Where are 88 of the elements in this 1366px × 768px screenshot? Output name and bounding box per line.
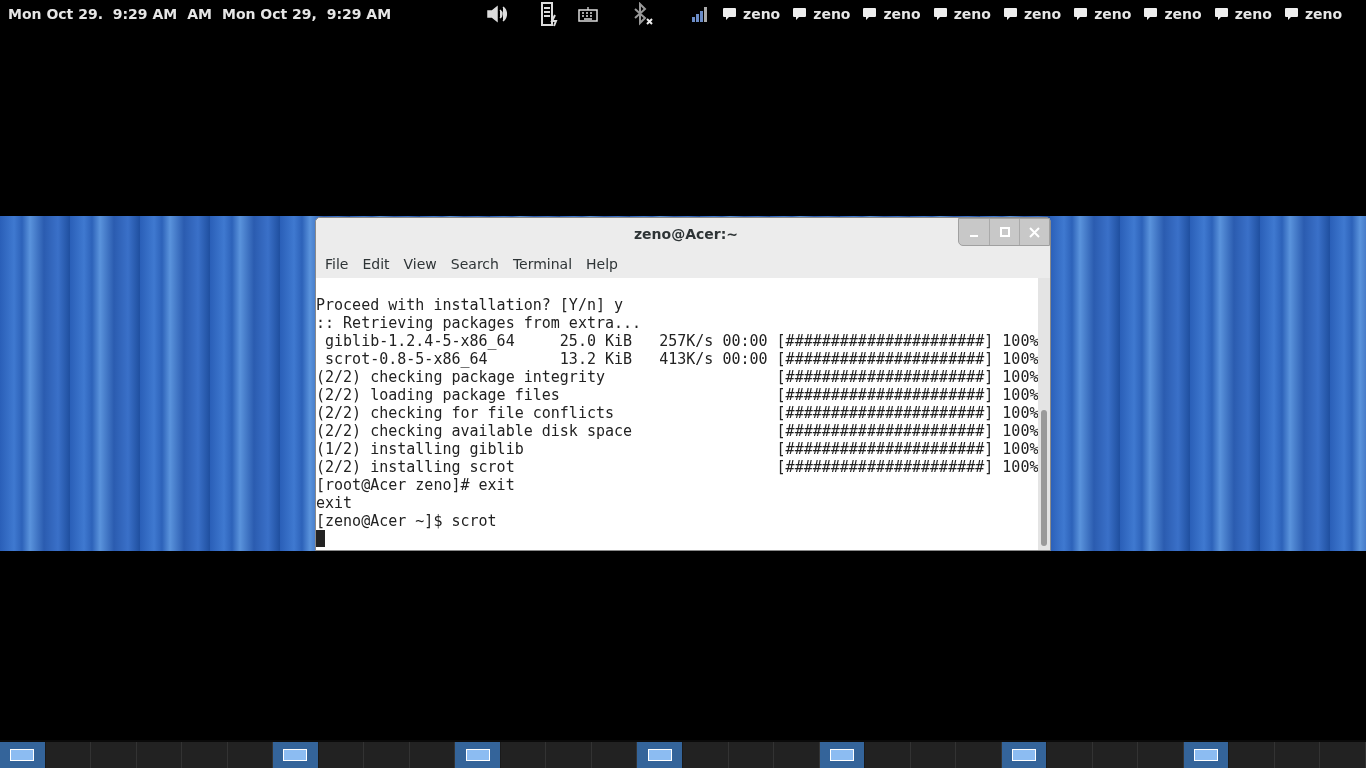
window-thumbnail — [283, 749, 308, 761]
workspace-cell[interactable] — [318, 742, 365, 768]
terminal-line: (2/2) loading package files [######################] 100% — [316, 386, 1039, 404]
workspace-cell[interactable] — [1047, 742, 1093, 768]
terminal-line: [root@Acer zeno]# exit — [316, 476, 515, 494]
battery-icon[interactable] — [540, 1, 560, 27]
window-thumbnail — [465, 749, 490, 761]
minimize-icon — [970, 235, 978, 237]
chat-contact[interactable]: zeno — [1213, 3, 1272, 25]
terminal-line: exit — [316, 494, 353, 512]
chat-contact[interactable]: zeno — [722, 3, 781, 25]
speech-bubble-icon — [932, 7, 948, 21]
speech-bubble-icon — [1073, 7, 1089, 21]
workspace-cell[interactable] — [956, 742, 1002, 768]
workspace-cell[interactable] — [865, 742, 911, 768]
clock-text[interactable]: Mon Oct 29, 9:29 AM — [221, 3, 392, 25]
window-thumbnail — [829, 749, 854, 761]
workspace-cell[interactable] — [637, 742, 683, 768]
terminal-line: :: Retrieving packages from extra... — [316, 314, 642, 332]
menu-item[interactable]: Terminal — [505, 254, 580, 275]
workspace-cell[interactable] — [273, 742, 319, 768]
volume-icon[interactable] — [486, 4, 510, 24]
workspace-cell[interactable] — [774, 742, 820, 768]
text-cursor — [316, 530, 325, 547]
speech-bubble-icon — [1143, 7, 1159, 21]
menu-item[interactable]: Search — [443, 254, 506, 275]
menu-item[interactable]: File — [318, 254, 356, 275]
workspace-cell[interactable] — [1229, 742, 1275, 768]
keyboard-icon[interactable] — [578, 6, 598, 22]
workspace-cell[interactable] — [682, 742, 729, 768]
speech-bubble-icon — [1213, 7, 1229, 21]
terminal-line: (2/2) checking package integrity [######################] 100% — [316, 368, 1039, 386]
window-thumbnail — [10, 749, 35, 761]
chat-contact[interactable]: zeno — [932, 3, 991, 25]
menu-item[interactable]: Help — [579, 254, 625, 275]
workspace-cell[interactable] — [91, 742, 137, 768]
workspace-cell[interactable] — [591, 742, 638, 768]
speech-bubble-icon — [722, 7, 737, 21]
speech-bubble-icon — [1283, 7, 1299, 21]
workspace-cell[interactable] — [546, 742, 592, 768]
menu-item[interactable]: Edit — [355, 254, 397, 275]
workspace-cell[interactable] — [728, 742, 775, 768]
workspace-cell[interactable] — [819, 742, 866, 768]
speech-bubble-icon — [1002, 7, 1018, 21]
scrollbar[interactable] — [1038, 278, 1050, 550]
workspace-cell[interactable] — [1001, 742, 1048, 768]
chat-contact[interactable]: zeno — [1143, 3, 1202, 25]
workspace-cell[interactable] — [455, 742, 501, 768]
close-icon — [1029, 226, 1040, 238]
terminal-line: (2/2) checking for file conflicts [######################] 100% — [316, 404, 1039, 422]
workspace-cell[interactable] — [364, 742, 410, 768]
workspace-cell[interactable] — [1183, 742, 1230, 768]
terminal-line: Proceed with installation? [Y/n] y — [316, 296, 624, 314]
workspace-cell[interactable] — [1320, 742, 1366, 768]
terminal-line: (2/2) installing scrot [######################] 100% — [316, 458, 1039, 476]
chat-contact[interactable]: zeno — [1283, 3, 1343, 25]
workspace-cell[interactable] — [910, 742, 957, 768]
window-title: zeno@Acer:~ — [632, 225, 739, 244]
terminal-line: (2/2) checking available disk space [######################] 100% — [316, 422, 1039, 440]
chat-contact[interactable]: zeno — [862, 3, 921, 25]
workspace-cell[interactable] — [45, 742, 92, 768]
speech-bubble-icon — [862, 7, 878, 21]
terminal-line: (1/2) installing giblib [######################] 100% — [316, 440, 1039, 458]
signal-icon[interactable] — [692, 6, 708, 22]
workspace-cell[interactable] — [1138, 742, 1184, 768]
workspace-cell[interactable] — [182, 742, 228, 768]
speech-bubble-icon — [792, 7, 808, 21]
menu-item[interactable]: View — [396, 254, 444, 275]
terminal-line: giblib-1.2.4-5-x86_64 25.0 KiB 257K/s 00:00 [######################] 100% — [324, 332, 1039, 350]
workspace-cell[interactable] — [500, 742, 547, 768]
chat-contact[interactable]: zeno — [1002, 3, 1062, 25]
maximize-icon — [999, 227, 1010, 237]
workspace-cell[interactable] — [0, 742, 46, 768]
workspace-cell[interactable] — [409, 742, 456, 768]
workspace-cell[interactable] — [1092, 742, 1139, 768]
workspace-cell[interactable] — [136, 742, 183, 768]
terminal-line: scrot-0.8-5-x86_64 13.2 KiB 413K/s 00:00 [######################] 100% — [324, 350, 1039, 368]
clock-text[interactable]: Mon Oct 29. 9:29 AM — [8, 3, 178, 25]
workspace-cell[interactable] — [1274, 742, 1321, 768]
window-thumbnail — [1011, 749, 1036, 761]
terminal-line: [zeno@Acer ~]$ scrot — [316, 512, 497, 530]
chat-contact[interactable]: zeno — [1073, 3, 1132, 25]
clock-text[interactable]: AM — [187, 3, 212, 25]
window-thumbnail — [1194, 749, 1219, 761]
workspace-cell[interactable] — [227, 742, 274, 768]
scrollbar-thumb[interactable] — [1041, 410, 1048, 546]
window-thumbnail — [647, 749, 672, 761]
chat-contact[interactable]: zeno — [792, 3, 851, 25]
